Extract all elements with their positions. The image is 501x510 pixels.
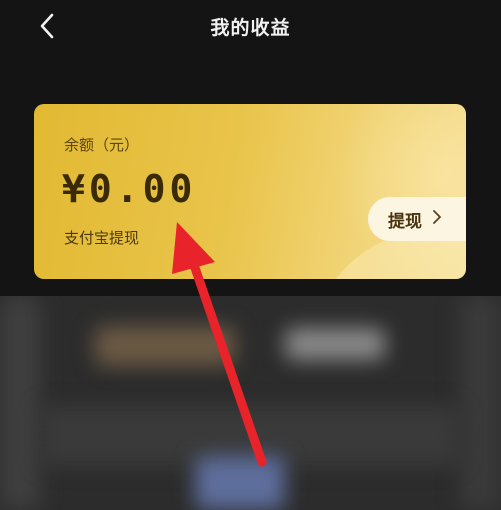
- withdraw-method-label: 支付宝提现: [64, 229, 140, 247]
- blurred-edge-left: [0, 296, 40, 510]
- balance-label: 余额（元）: [64, 136, 140, 154]
- balance-card: 余额（元） ¥0.00 支付宝提现 提现: [34, 104, 466, 279]
- blurred-tab-right: [285, 328, 385, 360]
- withdraw-button[interactable]: 提现: [368, 197, 466, 241]
- withdraw-button-label: 提现: [388, 211, 422, 232]
- chevron-right-icon: [432, 210, 442, 228]
- blurred-content-area: [0, 296, 501, 510]
- blurred-edge-right: [460, 296, 501, 510]
- blurred-image: [195, 456, 285, 510]
- header-bar: 我的收益: [0, 0, 501, 55]
- page-title: 我的收益: [210, 17, 291, 39]
- blurred-tab-left: [95, 326, 235, 366]
- balance-amount: ¥0.00: [62, 167, 197, 211]
